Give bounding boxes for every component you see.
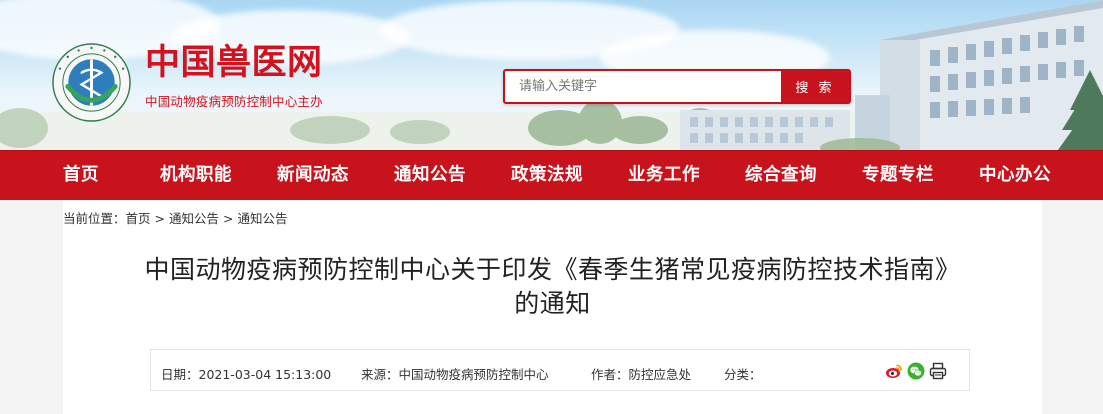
breadcrumb: 当前位置：首页 > 通知公告 > 通知公告: [63, 208, 288, 227]
search-input[interactable]: [505, 71, 781, 102]
article-panel: 当前位置：首页 > 通知公告 > 通知公告 中国动物疫病预防控制中心关于印发《春季生猪常…: [63, 200, 1042, 414]
article-author: 作者：防控应急处: [591, 367, 692, 382]
wechat-icon[interactable]: [907, 362, 925, 380]
breadcrumb-prefix: 当前位置：: [63, 211, 126, 226]
article-source: 来源：中国动物疫病预防控制中心: [361, 367, 549, 382]
site-subtitle: 中国动物疫病预防控制中心主办: [145, 94, 323, 109]
site-header: 中国兽医网 中国动物疫病预防控制中心主办 搜 索: [0, 0, 1103, 150]
main-nav: 首页 机构职能 新闻动态 通知公告 政策法规 业务工作 综合查询 专题专栏 中心…: [0, 150, 1103, 200]
cadc-emblem-logo: [52, 43, 131, 122]
article-meta-bar: 日期：2021-03-04 15:13:00 来源：中国动物疫病预防控制中心 作…: [150, 349, 970, 391]
article-category: 分类：: [724, 367, 762, 382]
nav-item-office[interactable]: 中心办公: [956, 151, 1074, 200]
breadcrumb-separator: >: [223, 211, 234, 226]
breadcrumb-link-notices[interactable]: 通知公告: [169, 208, 219, 227]
nav-item-query[interactable]: 综合查询: [722, 151, 840, 200]
article-title-line1: 中国动物疫病预防控制中心关于印发《春季生猪常见疫病防控技术指南》: [144, 255, 961, 284]
weibo-icon[interactable]: [885, 362, 903, 380]
breadcrumb-link-current[interactable]: 通知公告: [238, 208, 288, 227]
nav-item-notices[interactable]: 通知公告: [371, 151, 489, 200]
search-box: 搜 索: [503, 69, 851, 104]
article-date: 日期：2021-03-04 15:13:00: [161, 367, 332, 382]
nav-item-functions[interactable]: 机构职能: [137, 151, 255, 200]
article-title-line2: 的通知: [514, 289, 591, 318]
site-title[interactable]: 中国兽医网: [145, 43, 323, 83]
search-button[interactable]: 搜 索: [781, 71, 849, 102]
article-title: 中国动物疫病预防控制中心关于印发《春季生猪常见疫病防控技术指南》 的通知: [63, 253, 1042, 321]
nav-item-topics[interactable]: 专题专栏: [839, 151, 957, 200]
nav-item-news[interactable]: 新闻动态: [254, 151, 372, 200]
nav-item-business[interactable]: 业务工作: [605, 151, 723, 200]
nav-item-policies[interactable]: 政策法规: [488, 151, 606, 200]
breadcrumb-link-home[interactable]: 首页: [126, 208, 151, 227]
breadcrumb-separator: >: [154, 211, 166, 226]
print-icon[interactable]: [929, 362, 947, 380]
nav-item-home[interactable]: 首页: [22, 151, 140, 200]
